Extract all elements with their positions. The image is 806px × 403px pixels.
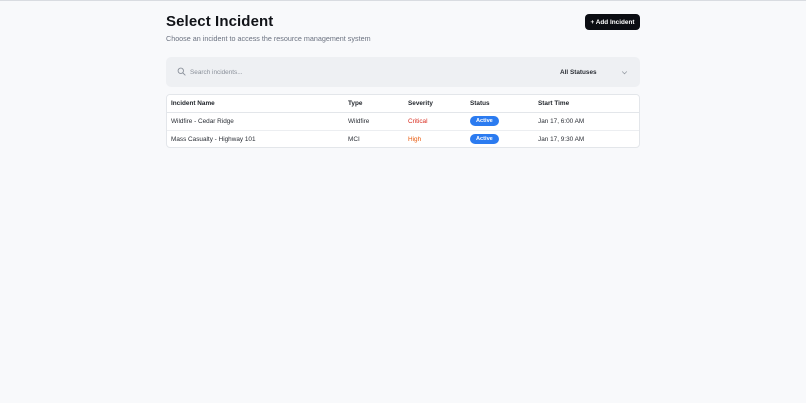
status-badge: Active <box>470 134 499 145</box>
incident-start-time: Jan 17, 6:00 AM <box>534 112 639 131</box>
table-header-row: Incident Name Type Severity Status Start… <box>167 95 639 113</box>
column-header-severity[interactable]: Severity <box>404 95 466 113</box>
incidents-table: Incident Name Type Severity Status Start… <box>166 94 640 148</box>
incident-selection-page: Select Incident Choose an incident to ac… <box>166 0 640 148</box>
page-title: Select Incident <box>166 13 274 30</box>
incident-type: Wildfire <box>344 112 404 131</box>
page-subtitle: Choose an incident to access the resourc… <box>166 34 371 43</box>
incident-name: Mass Casualty - Highway 101 <box>171 135 256 143</box>
incident-severity: Critical <box>404 112 466 131</box>
table-row[interactable]: Mass Casualty - Highway 101 MCI High Act… <box>167 130 639 147</box>
status-badge: Active <box>470 116 499 126</box>
incident-name: Wildfire - Cedar Ridge <box>167 112 344 131</box>
search-input[interactable] <box>190 65 490 79</box>
table-row[interactable]: Wildfire - Cedar Ridge Wildfire Critical… <box>167 112 639 131</box>
filter-bar: All Statuses <box>166 57 640 87</box>
incident-status-cell: Active <box>466 130 534 147</box>
column-header-start-time[interactable]: Start Time <box>534 95 639 113</box>
incident-severity: High <box>408 135 422 143</box>
status-filter-value: All Statuses <box>560 68 597 76</box>
column-header-incident-name[interactable]: Incident Name <box>167 95 344 113</box>
search-icon <box>177 67 186 76</box>
status-filter-select[interactable]: All Statuses <box>554 65 630 79</box>
chevron-down-icon <box>621 70 628 74</box>
page-header: Select Incident Choose an incident to ac… <box>166 0 640 56</box>
column-header-status[interactable]: Status <box>466 95 534 113</box>
add-incident-button[interactable]: + Add Incident <box>585 14 640 30</box>
column-header-type[interactable]: Type <box>344 95 404 113</box>
incident-type: MCI <box>348 135 360 143</box>
incident-start-time: Jan 17, 9:30 AM <box>538 135 585 143</box>
incident-status-cell: Active <box>466 112 534 131</box>
